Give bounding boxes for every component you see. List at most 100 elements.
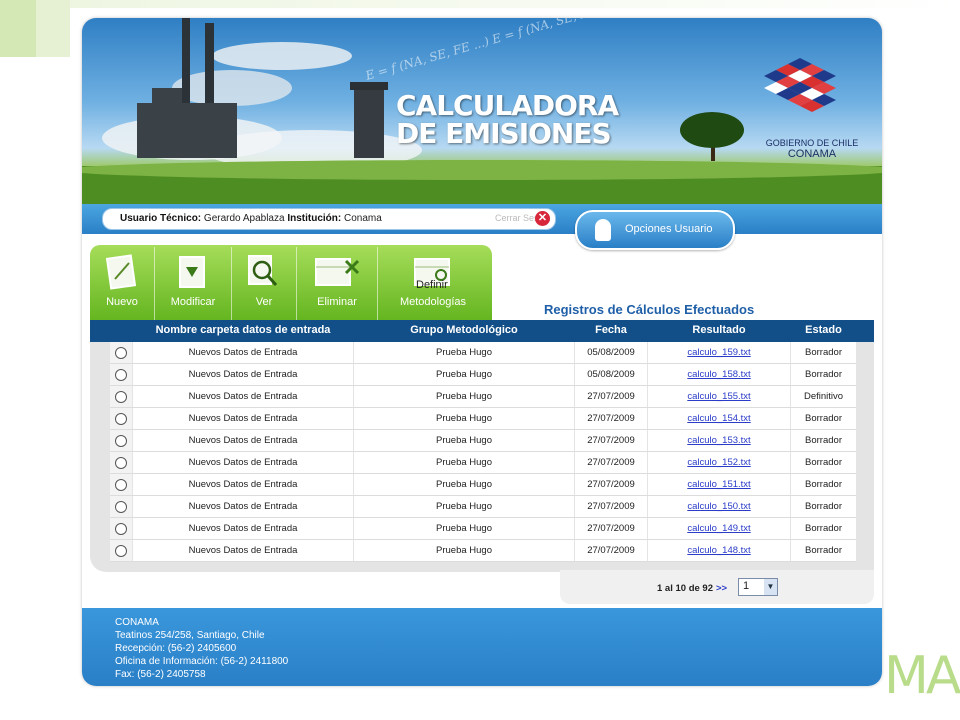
row-radio[interactable] xyxy=(115,369,127,381)
row-group: Prueba Hugo xyxy=(354,342,574,363)
row-result-link[interactable]: calculo_153.txt xyxy=(648,430,790,451)
footer-line: CONAMA xyxy=(115,617,159,628)
close-icon[interactable]: ✕ xyxy=(535,211,550,226)
row-radio[interactable] xyxy=(115,457,127,469)
row-select-cell xyxy=(110,452,132,473)
row-group: Prueba Hugo xyxy=(354,430,574,451)
user-icon xyxy=(595,219,611,241)
table-row: Nuevos Datos de Entrada Prueba Hugo 27/0… xyxy=(110,430,856,452)
footer-line: Teatinos 254/258, Santiago, Chile xyxy=(115,630,265,641)
row-result-link[interactable]: calculo_159.txt xyxy=(648,342,790,363)
table-row: Nuevos Datos de Entrada Prueba Hugo 27/0… xyxy=(110,474,856,496)
row-radio[interactable] xyxy=(115,545,127,557)
row-group: Prueba Hugo xyxy=(354,496,574,517)
footer: CONAMA Teatinos 254/258, Santiago, Chile… xyxy=(82,608,882,686)
chevron-down-icon[interactable]: ▼ xyxy=(764,579,777,595)
institution-value: Conama xyxy=(344,213,382,224)
row-date: 27/07/2009 xyxy=(575,496,647,517)
row-select-cell xyxy=(110,540,132,561)
row-status: Definitivo xyxy=(791,386,856,407)
row-group: Prueba Hugo xyxy=(354,518,574,539)
row-status: Borrador xyxy=(791,408,856,429)
row-status: Borrador xyxy=(791,474,856,495)
app-title-line2: DE EMISIONES xyxy=(396,117,612,150)
methodologies-label: Metodologías xyxy=(399,296,467,308)
footer-line: Oficina de Información: (56-2) 2411800 xyxy=(115,656,289,667)
decor-top-band xyxy=(70,0,960,8)
user-value: Gerardo Apablaza xyxy=(203,213,285,224)
modify-button[interactable]: Modificar xyxy=(155,245,231,323)
row-date: 27/07/2009 xyxy=(575,386,647,407)
header-banner: E = f (NA, SE, FE ...) E = f (NA, SE, FE… xyxy=(82,18,882,204)
decor-green-block-dark xyxy=(0,0,36,57)
row-date: 27/07/2009 xyxy=(575,540,647,561)
gobierno-logo xyxy=(764,58,836,112)
view-button[interactable]: Ver xyxy=(232,245,296,323)
row-result-link[interactable]: calculo_148.txt xyxy=(648,540,790,561)
row-radio[interactable] xyxy=(115,391,127,403)
gov-caption: GOBIERNO DE CHILE CONAMA xyxy=(762,138,862,160)
delete-button[interactable]: Eliminar xyxy=(297,245,377,323)
row-result-link[interactable]: calculo_150.txt xyxy=(648,496,790,517)
row-select-cell xyxy=(110,474,132,495)
pagination-summary-wrap: 1 al 10 de 92 >> xyxy=(657,583,727,594)
row-radio[interactable] xyxy=(115,413,127,425)
magnifier-icon xyxy=(248,255,278,286)
table-row: Nuevos Datos de Entrada Prueba Hugo 27/0… xyxy=(110,518,856,540)
row-group: Prueba Hugo xyxy=(354,540,574,561)
row-select-cell xyxy=(110,408,132,429)
records-table-header: Nombre carpeta datos de entrada Grupo Me… xyxy=(90,320,874,342)
row-result-link[interactable]: calculo_155.txt xyxy=(648,386,790,407)
row-date: 27/07/2009 xyxy=(575,452,647,473)
row-status: Borrador xyxy=(791,496,856,517)
new-document-icon xyxy=(105,254,137,290)
row-date: 27/07/2009 xyxy=(575,474,647,495)
table-row: Nuevos Datos de Entrada Prueba Hugo 27/0… xyxy=(110,452,856,474)
row-radio[interactable] xyxy=(115,435,127,447)
table-row: Nuevos Datos de Entrada Prueba Hugo 05/0… xyxy=(110,342,856,364)
row-group: Prueba Hugo xyxy=(354,408,574,429)
define-tooltip: Definir xyxy=(416,279,448,291)
action-toolbar: Nuevo Modificar Ver Eliminar Metodología… xyxy=(90,245,492,323)
row-result-link[interactable]: calculo_154.txt xyxy=(648,408,790,429)
row-status: Borrador xyxy=(791,342,856,363)
table-row: Nuevos Datos de Entrada Prueba Hugo 27/0… xyxy=(110,540,856,562)
user-label: Usuario Técnico: xyxy=(120,213,202,224)
row-select-cell xyxy=(110,364,132,385)
app-frame: E = f (NA, SE, FE ...) E = f (NA, SE, FE… xyxy=(82,18,882,686)
user-options-button[interactable]: Opciones Usuario xyxy=(575,210,735,250)
row-name: Nuevos Datos de Entrada xyxy=(133,430,353,451)
banner-formula: E = f (NA, SE, FE ...) E = f (NA, SE, FE… xyxy=(363,18,618,83)
row-name: Nuevos Datos de Entrada xyxy=(133,364,353,385)
next-page-link[interactable]: >> xyxy=(716,583,727,594)
row-name: Nuevos Datos de Entrada xyxy=(133,518,353,539)
decor-side-letters: MA xyxy=(884,646,960,706)
row-status: Borrador xyxy=(791,364,856,385)
row-result-link[interactable]: calculo_152.txt xyxy=(648,452,790,473)
row-name: Nuevos Datos de Entrada xyxy=(133,408,353,429)
institution-label: Institución: xyxy=(287,213,342,224)
row-date: 05/08/2009 xyxy=(575,342,647,363)
row-group: Prueba Hugo xyxy=(354,474,574,495)
row-name: Nuevos Datos de Entrada xyxy=(133,452,353,473)
row-result-link[interactable]: calculo_149.txt xyxy=(648,518,790,539)
row-date: 27/07/2009 xyxy=(575,430,647,451)
row-result-link[interactable]: calculo_158.txt xyxy=(648,364,790,385)
row-select-cell xyxy=(110,518,132,539)
row-date: 05/08/2009 xyxy=(575,364,647,385)
row-radio[interactable] xyxy=(115,523,127,535)
row-result-link[interactable]: calculo_151.txt xyxy=(648,474,790,495)
page-select-value: 1 xyxy=(743,580,750,592)
page-select[interactable]: 1 ▼ xyxy=(738,578,778,596)
new-label: Nuevo xyxy=(106,296,138,308)
view-label: Ver xyxy=(255,296,273,308)
footer-contact: CONAMA Teatinos 254/258, Santiago, Chile… xyxy=(115,616,288,681)
row-radio[interactable] xyxy=(115,501,127,513)
delete-label: Eliminar xyxy=(317,296,357,308)
row-radio[interactable] xyxy=(115,347,127,359)
table-row: Nuevos Datos de Entrada Prueba Hugo 05/0… xyxy=(110,364,856,386)
row-status: Borrador xyxy=(791,518,856,539)
user-info: Usuario Técnico: Gerardo Apablaza Instit… xyxy=(120,213,382,224)
row-radio[interactable] xyxy=(115,479,127,491)
new-button[interactable]: Nuevo xyxy=(90,245,154,323)
